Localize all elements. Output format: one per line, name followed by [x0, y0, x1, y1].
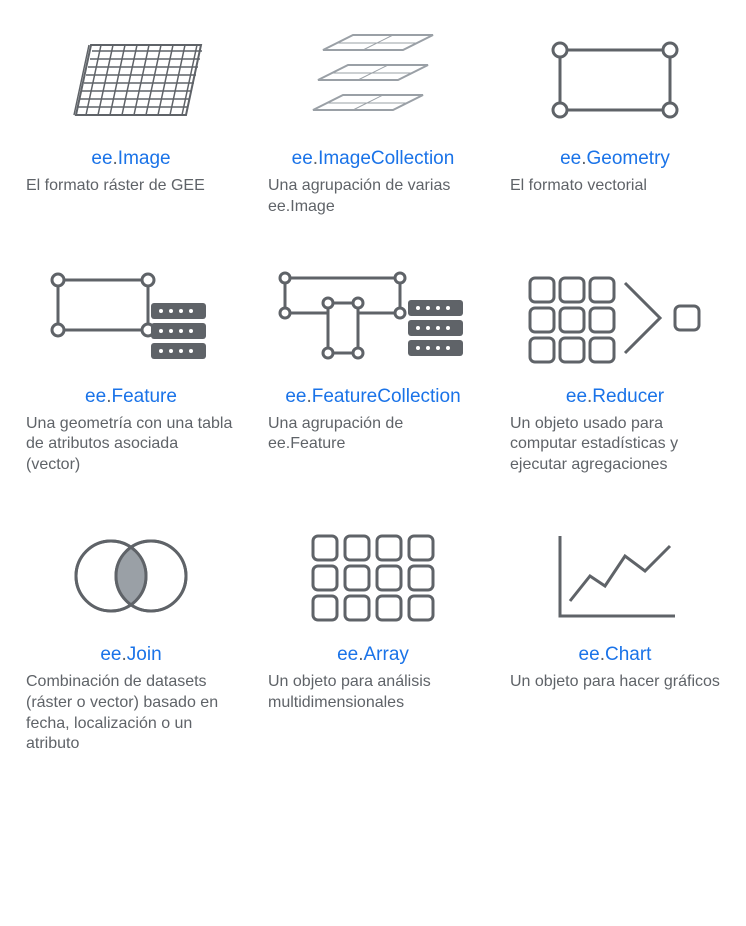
card-title: ee.ImageCollection: [292, 148, 455, 170]
card-desc: Un objeto para hacer gráficos: [504, 672, 726, 693]
geometry-icon: [504, 20, 726, 140]
feature-collection-icon: [262, 258, 484, 378]
card-feature-collection: ee.FeatureCollection Una agrupación de e…: [262, 258, 484, 476]
card-array: ee.Array Un objeto para análisis multidi…: [262, 516, 484, 755]
card-title: ee.FeatureCollection: [285, 386, 460, 408]
card-title: ee.Join: [100, 644, 161, 666]
raster-grid-icon: [20, 20, 242, 140]
card-desc: Combinación de datasets (ráster o vector…: [20, 672, 242, 755]
card-desc: Una geometría con una tabla de atributos…: [20, 414, 242, 476]
reducer-icon: [504, 258, 726, 378]
card-chart: ee.Chart Un objeto para hacer gráficos: [504, 516, 726, 755]
card-desc: Un objeto usado para computar estadístic…: [504, 414, 726, 476]
stack-icon: [262, 20, 484, 140]
card-image: ee.Image El formato ráster de GEE: [20, 20, 242, 218]
card-title: ee.Array: [337, 644, 409, 666]
card-desc: Una agrupación de ee.Feature: [262, 414, 484, 456]
join-icon: [20, 516, 242, 636]
card-title: ee.Reducer: [566, 386, 664, 408]
diagram-grid: ee.Image El formato ráster de GEE ee.Ima…: [20, 20, 726, 755]
card-title: ee.Geometry: [560, 148, 670, 170]
card-desc: El formato vectorial: [504, 176, 726, 197]
card-geometry: ee.Geometry El formato vectorial: [504, 20, 726, 218]
card-reducer: ee.Reducer Un objeto usado para computar…: [504, 258, 726, 476]
feature-icon: [20, 258, 242, 378]
card-title: ee.Image: [91, 148, 170, 170]
array-icon: [262, 516, 484, 636]
card-image-collection: ee.ImageCollection Una agrupación de var…: [262, 20, 484, 218]
card-title: ee.Feature: [85, 386, 177, 408]
card-feature: ee.Feature Una geometría con una tabla d…: [20, 258, 242, 476]
card-desc: Una agrupación de varias ee.Image: [262, 176, 484, 218]
chart-icon: [504, 516, 726, 636]
card-title: ee.Chart: [579, 644, 652, 666]
card-desc: El formato ráster de GEE: [20, 176, 242, 197]
card-desc: Un objeto para análisis multidimensional…: [262, 672, 484, 714]
card-join: ee.Join Combinación de datasets (ráster …: [20, 516, 242, 755]
